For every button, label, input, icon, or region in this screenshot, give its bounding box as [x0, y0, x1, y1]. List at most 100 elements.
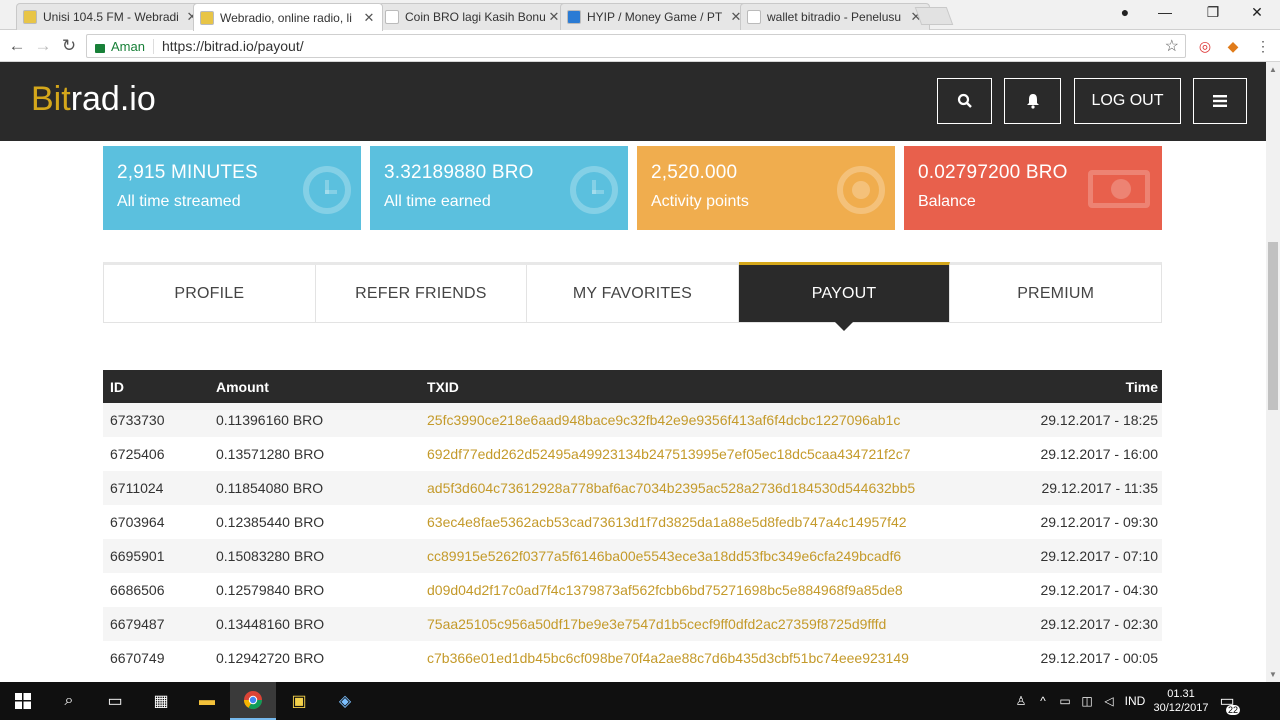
tab-payout[interactable]: PAYOUT [738, 262, 951, 331]
browser-tab[interactable]: wallet bitradio - Penelusu ✕ [740, 3, 930, 30]
txid-link[interactable]: 63ec4e8fae5362acb53cad73613d1f7d3825da1a… [427, 505, 907, 539]
cell-time: 29.12.2017 - 00:05 [1040, 650, 1158, 666]
txid-link[interactable]: ad5f3d604c73612928a778baf6ac7034b2395ac5… [427, 471, 915, 505]
cell-amount: 0.13448160 BRO [216, 616, 325, 632]
tab-title: wallet bitradio - Penelusu [767, 10, 902, 24]
file-explorer-icon[interactable]: ▬ [184, 682, 230, 720]
people-icon[interactable]: ♙ [1010, 694, 1032, 708]
search-button[interactable] [937, 78, 992, 124]
bookmark-star-icon[interactable]: ☆ [1165, 36, 1179, 56]
clock[interactable]: 01.31 30/12/2017 [1150, 687, 1212, 715]
close-window-button[interactable]: ✕ [1242, 4, 1272, 21]
app-icon[interactable]: ◈ [322, 682, 368, 720]
browser-tab[interactable]: Coin BRO lagi Kasih Bonu ✕ [378, 3, 568, 30]
header-id: ID [110, 378, 124, 395]
new-tab-button[interactable] [914, 7, 954, 25]
task-view-icon[interactable]: ▭ [92, 682, 138, 720]
reload-icon[interactable]: ↻ [58, 35, 80, 57]
cell-id: 6725406 [110, 446, 165, 462]
calculator-icon[interactable]: ▦ [138, 682, 184, 720]
logout-button[interactable]: LOG OUT [1074, 78, 1181, 124]
volume-icon[interactable]: ◁ [1098, 694, 1120, 708]
minimize-button[interactable]: — [1150, 4, 1180, 20]
battery-icon[interactable]: ▭ [1054, 694, 1076, 708]
scroll-up-icon[interactable]: ▲ [1269, 65, 1277, 74]
hamburger-icon [1213, 95, 1227, 107]
cell-amount: 0.11854080 BRO [216, 480, 324, 496]
page-scrollbar[interactable]: ▲ ▼ [1266, 62, 1280, 682]
txid-link[interactable]: 25fc3990ce218e6aad948bace9c32fb42e9e9356… [427, 403, 900, 437]
cell-id: 6686506 [110, 582, 165, 598]
tab-close-icon[interactable]: ✕ [547, 9, 561, 25]
back-icon[interactable]: ← [6, 35, 28, 57]
cell-time: 29.12.2017 - 18:25 [1040, 412, 1158, 428]
tab-favicon-icon [23, 10, 37, 24]
system-tray: ♙ ^ ▭ ◫ ◁ IND 01.31 30/12/2017 ▭ 22 [1010, 682, 1270, 720]
table-row: 6725406 0.13571280 BRO 692df77edd262d52495… [103, 437, 1162, 471]
profile-icon[interactable]: ● [1110, 4, 1140, 20]
txid-link[interactable]: 75aa25105c956a50df17be9e3e7547d1b5cecf9f… [427, 607, 886, 641]
cell-id: 6670749 [110, 650, 165, 666]
search-taskbar-icon[interactable]: ⌕ [46, 682, 92, 720]
browser-tab[interactable]: HYIP / Money Game / PT ✕ [560, 3, 750, 30]
header-amount: Amount [216, 378, 269, 395]
header-txid: TXID [427, 378, 459, 395]
notification-count: 22 [1225, 705, 1240, 715]
tab-close-icon[interactable]: ✕ [362, 10, 376, 26]
chrome-menu-icon[interactable]: ⋮ [1254, 37, 1272, 55]
money-icon [1088, 170, 1150, 208]
browser-tab[interactable]: Unisi 104.5 FM - Webradi ✕ [16, 3, 206, 30]
tab-premium[interactable]: PREMIUM [950, 265, 1161, 322]
action-center-button[interactable]: ▭ 22 [1212, 691, 1242, 715]
scrollbar-thumb[interactable] [1268, 242, 1278, 410]
clock-icon [570, 166, 618, 214]
restore-button[interactable]: ❐ [1198, 4, 1228, 21]
txid-link[interactable]: 692df77edd262d52495a49923134b247513995e7… [427, 437, 910, 471]
bell-icon [1026, 94, 1039, 109]
profile-tabs: PROFILE REFER FRIENDS MY FAVORITES PAYOUT PR… [103, 262, 1162, 331]
table-row: 6670749 0.12942720 BRO c7b366e01ed1db45bc6… [103, 641, 1162, 675]
tray-expand-icon[interactable]: ^ [1032, 694, 1054, 708]
table-body: 6733730 0.11396160 BRO 25fc3990ce218e6aad9… [103, 403, 1162, 675]
sticky-app-icon[interactable]: ▣ [276, 682, 322, 720]
notifications-button[interactable] [1004, 78, 1061, 124]
cell-id: 6703964 [110, 514, 165, 530]
tab-favicon-icon [200, 10, 214, 25]
tab-my-favorites[interactable]: MY FAVORITES [527, 265, 739, 322]
tab-favicon-icon [747, 10, 761, 24]
clock-time: 01.31 [1167, 688, 1195, 700]
txid-link[interactable]: d09d04d2f17c0ad7f4c1379873af562fcbb6bd75… [427, 573, 903, 607]
txid-link[interactable]: cc89915e5262f0377a5f6146ba00e5543ece3a18… [427, 539, 901, 573]
browser-toolbar: ← → ↻ Aman https://bitrad.io/payout/ ☆ ◎… [0, 30, 1280, 62]
address-bar[interactable]: Aman https://bitrad.io/payout/ ☆ [86, 34, 1186, 58]
tab-refer-friends[interactable]: REFER FRIENDS [316, 265, 528, 322]
table-row: 6733730 0.11396160 BRO 25fc3990ce218e6aad9… [103, 403, 1162, 437]
language-indicator[interactable]: IND [1120, 694, 1150, 708]
table-row: 6711024 0.11854080 BRO ad5f3d604c73612928a… [103, 471, 1162, 505]
extension-red-icon[interactable]: ◎ [1196, 37, 1214, 55]
tab-favicon-icon [567, 10, 581, 24]
menu-button[interactable] [1193, 78, 1247, 124]
metamask-fox-icon[interactable]: ◆ [1224, 37, 1242, 55]
url-text[interactable]: https://bitrad.io/payout/ [162, 38, 304, 54]
scroll-down-icon[interactable]: ▼ [1269, 670, 1277, 679]
forward-icon[interactable]: → [32, 35, 54, 57]
cell-time: 29.12.2017 - 11:35 [1041, 480, 1158, 496]
chrome-taskbar-icon[interactable] [230, 682, 276, 720]
site-header: Bitrad.io LOG OUT [0, 62, 1266, 141]
stats-row: 2,915 MINUTES All time streamed 3.321898… [103, 146, 1162, 230]
network-icon[interactable]: ◫ [1076, 694, 1098, 708]
browser-tab[interactable]: Webradio, online radio, li ✕ [193, 3, 383, 31]
cell-amount: 0.13571280 BRO [216, 446, 325, 462]
chrome-logo-icon [244, 691, 262, 710]
windows-logo-icon [15, 693, 31, 709]
site-logo[interactable]: Bitrad.io [31, 80, 156, 119]
tab-profile[interactable]: PROFILE [104, 265, 316, 322]
start-button[interactable] [0, 682, 46, 720]
txid-link[interactable]: c7b366e01ed1db45bc6cf098be70f4a2ae88c7d6… [427, 641, 909, 675]
clock-date: 30/12/2017 [1153, 702, 1209, 714]
payout-table: ID Amount TXID Time 6733730 0.11396160 BR… [103, 370, 1162, 675]
table-row: 6679487 0.13448160 BRO 75aa25105c956a50df1… [103, 607, 1162, 641]
search-icon [957, 93, 972, 108]
cell-time: 29.12.2017 - 16:00 [1040, 446, 1158, 462]
